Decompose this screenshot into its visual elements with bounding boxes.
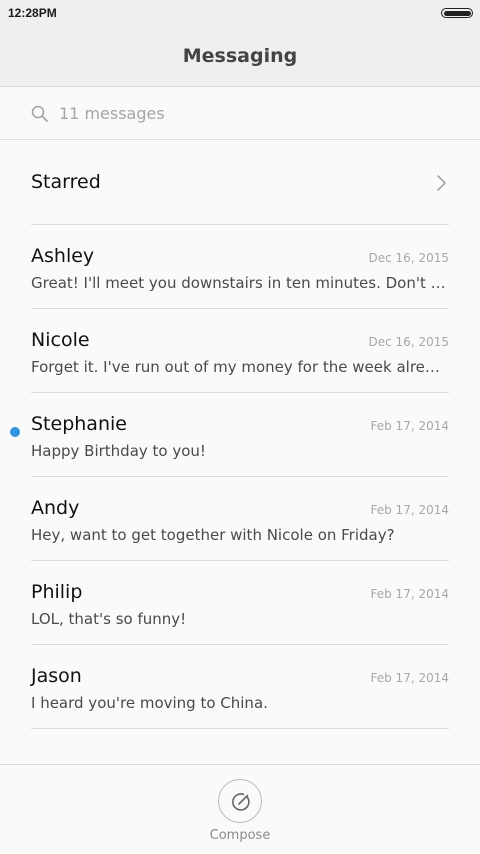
battery-icon [441,8,473,18]
starred-row[interactable]: Starred [0,141,480,224]
thread-row[interactable]: Philip Feb 17, 2014 LOL, that's so funny… [0,561,480,645]
thread-preview: Happy Birthday to you! [31,442,206,460]
page-title: Messaging [182,45,298,67]
thread-date: Feb 17, 2014 [370,671,450,685]
thread-preview: I heard you're moving to China. [31,694,268,712]
thread-name: Philip [31,581,83,603]
thread-row[interactable]: Nicole Dec 16, 2015 Forget it. I've run … [0,309,480,393]
battery-level [443,10,471,16]
thread-date: Feb 17, 2014 [370,587,450,601]
thread-name: Nicole [31,329,90,351]
thread-row[interactable]: Ashley Dec 16, 2015 Great! I'll meet you… [0,225,480,309]
search-bar[interactable]: 11 messages [0,87,480,140]
compose-label: Compose [209,828,271,843]
thread-name: Jason [31,665,82,687]
thread-date: Feb 17, 2014 [370,419,450,433]
thread-date: Dec 16, 2015 [368,335,449,349]
thread-preview: Hey, want to get together with Nicole on… [31,526,395,544]
unread-indicator [10,427,20,437]
thread-preview: Great! I'll meet you downstairs in ten m… [31,274,449,292]
thread-name: Stephanie [31,413,127,435]
bottom-bar: Compose [0,764,480,854]
app-header: Messaging [0,28,480,87]
thread-date: Feb 17, 2014 [370,503,450,517]
search-input[interactable]: 11 messages [59,104,165,123]
status-bar: 12:28PM [0,0,480,28]
chevron-right-icon [437,175,446,191]
thread-preview: Forget it. I've run out of my money for … [31,358,449,376]
starred-label: Starred [31,171,101,193]
thread-row[interactable]: Stephanie Feb 17, 2014 Happy Birthday to… [0,393,480,477]
compose-button[interactable] [218,779,262,823]
thread-preview: LOL, that's so funny! [31,610,187,628]
search-icon [31,105,48,122]
thread-date: Dec 16, 2015 [368,251,449,265]
thread-row[interactable]: Andy Feb 17, 2014 Hey, want to get toget… [0,477,480,561]
thread-name: Andy [31,497,80,519]
thread-row[interactable]: Jason Feb 17, 2014 I heard you're moving… [0,645,480,729]
thread-name: Ashley [31,245,95,267]
status-time: 12:28PM [8,6,57,20]
divider [31,728,449,729]
compose-icon [232,793,250,811]
